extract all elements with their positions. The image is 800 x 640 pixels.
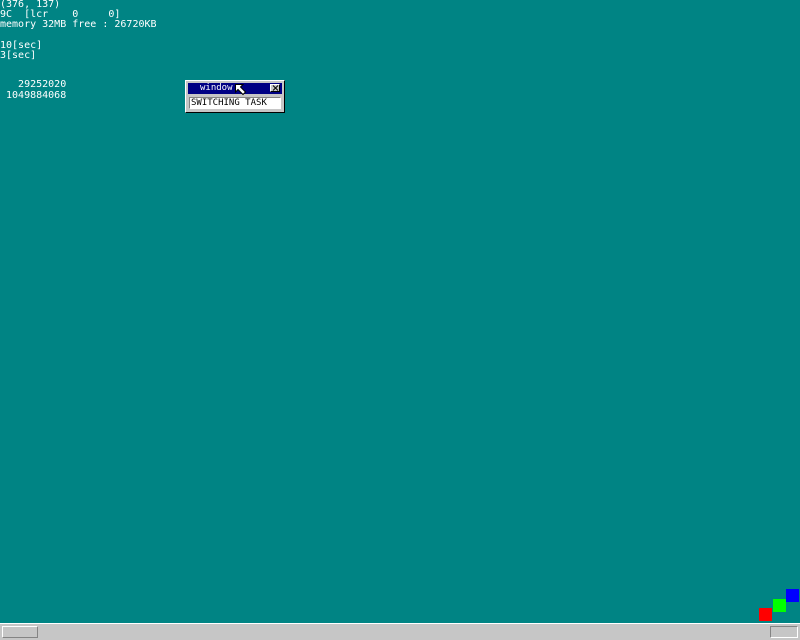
green-square <box>773 599 786 612</box>
counter-a: 29252020 <box>0 79 67 90</box>
system-tray <box>770 626 798 638</box>
window-title: window <box>200 83 233 93</box>
close-button[interactable] <box>270 84 280 92</box>
counter-b: 1049884068 <box>0 90 67 101</box>
window-textbox[interactable]: SWITCHING TASK <box>189 97 281 109</box>
start-button[interactable] <box>2 626 38 638</box>
taskbar <box>0 623 800 640</box>
timer-3sec: 3[sec] <box>0 50 37 61</box>
red-square <box>759 608 772 621</box>
close-x-icon <box>272 85 279 91</box>
blue-square <box>786 589 799 602</box>
mouse-cursor-icon <box>235 84 247 96</box>
memory-status: memory 32MB free : 26720KB <box>0 19 157 30</box>
textbox-content: SWITCHING TASK <box>191 98 267 108</box>
desktop: (376, 137) 9C [lcr 0 0] memory 32MB free… <box>0 0 800 623</box>
